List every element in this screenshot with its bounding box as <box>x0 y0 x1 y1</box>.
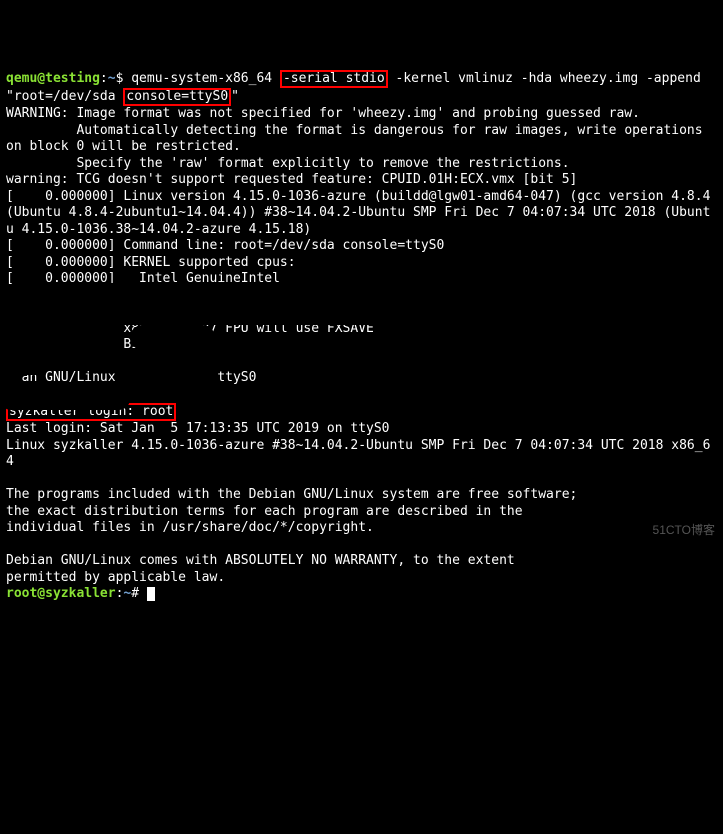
output-line: warning: TCG doesn't support requested f… <box>6 172 577 187</box>
prompt2-sep: # <box>131 586 139 601</box>
output-line: Last login: Sat Jan 5 17:13:35 UTC 2019 … <box>6 421 390 436</box>
output-line: [ 0.000000] KERNEL supported cpus: <box>6 255 296 270</box>
redaction-brush <box>395 270 685 310</box>
prompt-colon: : <box>100 71 108 86</box>
output-line: permitted by applicable law. <box>6 570 225 585</box>
cmd-part1: qemu-system-x86_64 <box>131 71 280 86</box>
redaction-brush <box>130 325 215 350</box>
prompt2-user-host: root@syzkaller <box>6 586 116 601</box>
cursor[interactable] <box>147 587 155 601</box>
prompt2-path: ~ <box>123 586 131 601</box>
output-line: [ 0.000000] Linux version 4.15.0-1036-az… <box>6 189 718 237</box>
output-line: Linux syzkaller 4.15.0-1036-azure #38~14… <box>6 438 710 470</box>
output-line: Automatically detecting the format is da… <box>6 123 710 155</box>
highlight-console-ttys0: console=ttyS0 <box>123 88 231 106</box>
output-line: individual files in /usr/share/doc/*/cop… <box>6 520 374 535</box>
highlight-serial-stdio: -serial stdio <box>280 70 388 88</box>
output-line: the exact distribution terms for each pr… <box>6 504 523 519</box>
redaction-brush <box>0 320 120 350</box>
cmd-part3: " <box>231 89 239 104</box>
output-line: Specify the 'raw' format explicitly to r… <box>6 156 570 171</box>
watermark-text: 51CTO博客 <box>653 522 715 539</box>
output-line: The programs included with the Debian GN… <box>6 487 577 502</box>
redaction-brush <box>0 355 50 375</box>
redaction-brush <box>0 388 130 410</box>
output-line: Debian GNU/Linux comes with ABSOLUTELY N… <box>6 553 515 568</box>
redaction-brush <box>0 283 430 325</box>
output-line: WARNING: Image format was not specified … <box>6 106 640 121</box>
prompt-path: ~ <box>108 71 116 86</box>
prompt-user-host: qemu@testing <box>6 71 100 86</box>
output-line: [ 0.000000] Command line: root=/dev/sda … <box>6 238 444 253</box>
